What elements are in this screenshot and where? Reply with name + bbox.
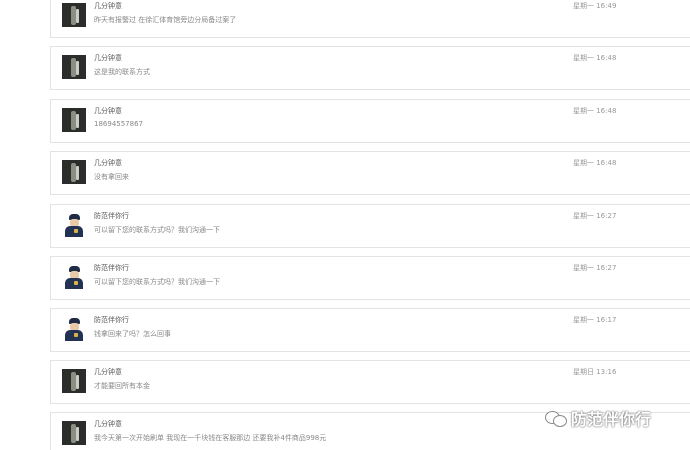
message-time: 星期一 16:49: [573, 2, 617, 10]
watermark-text: 防范伴你行: [571, 410, 652, 429]
message-row[interactable]: 几分钟意 18694557867 星期一 16:48: [50, 99, 690, 143]
sender-name: 几分钟意: [94, 420, 122, 428]
message-list: 几分钟意 昨天有报警过 在徐汇体育馆旁边分局备过案了 星期一 16:49 几分钟…: [50, 0, 690, 450]
message-time: 星期一 16:27: [573, 212, 617, 220]
message-row[interactable]: 几分钟意 才能要回所有本金 星期日 13:16: [50, 360, 690, 404]
watermark: 防范伴你行: [545, 405, 651, 431]
user-avatar[interactable]: [62, 3, 86, 27]
sender-name: 几分钟意: [94, 159, 122, 167]
message-row[interactable]: 几分钟意 昨天有报警过 在徐汇体育馆旁边分局备过案了 星期一 16:49: [50, 0, 690, 38]
sender-name: 几分钟意: [94, 2, 122, 10]
message-row[interactable]: 几分钟意 没有拿回来 星期一 16:48: [50, 151, 690, 195]
police-avatar[interactable]: [62, 317, 86, 341]
message-time: 星期一 16:27: [573, 264, 617, 272]
message-time: 星期一 16:48: [573, 159, 617, 167]
message-time: 星期一 16:48: [573, 54, 617, 62]
user-avatar[interactable]: [62, 369, 86, 393]
sender-name: 几分钟意: [94, 368, 122, 376]
message-row[interactable]: 防范伴你行 可以留下您的联系方式吗？我们沟通一下 星期一 16:27: [50, 204, 690, 248]
message-row[interactable]: 几分钟意 这是我的联系方式 星期一 16:48: [50, 46, 690, 90]
message-list-page: 几分钟意 昨天有报警过 在徐汇体育馆旁边分局备过案了 星期一 16:49 几分钟…: [0, 0, 690, 450]
message-time: 星期一 16:17: [573, 316, 617, 324]
user-avatar[interactable]: [62, 108, 86, 132]
message-preview: 这是我的联系方式: [94, 68, 150, 76]
sender-name: 几分钟意: [94, 54, 122, 62]
sender-name: 防范伴你行: [94, 212, 129, 220]
sender-name: 几分钟意: [94, 107, 122, 115]
message-preview: 没有拿回来: [94, 173, 129, 181]
message-preview: 我今天第一次开始刷单 我现在一千块钱在客服那边 还要我补4件商品998元: [94, 434, 327, 442]
user-avatar[interactable]: [62, 160, 86, 184]
police-avatar[interactable]: [62, 213, 86, 237]
sender-name: 防范伴你行: [94, 264, 129, 272]
message-time: 星期日 13:16: [573, 368, 617, 376]
message-preview: 可以留下您的联系方式吗？我们沟通一下: [94, 226, 220, 234]
police-avatar[interactable]: [62, 265, 86, 289]
message-preview: 18694557867: [94, 120, 143, 128]
sender-name: 防范伴你行: [94, 316, 129, 324]
user-avatar[interactable]: [62, 55, 86, 79]
message-row[interactable]: 防范伴你行 可以留下您的联系方式吗？我们沟通一下 星期一 16:27: [50, 256, 690, 300]
message-preview: 昨天有报警过 在徐汇体育馆旁边分局备过案了: [94, 16, 237, 24]
message-preview: 钱拿回来了吗？怎么回事: [94, 330, 171, 338]
message-row[interactable]: 防范伴你行 钱拿回来了吗？怎么回事 星期一 16:17: [50, 308, 690, 352]
message-time: 星期一 16:48: [573, 107, 617, 115]
message-preview: 才能要回所有本金: [94, 382, 150, 390]
message-preview: 可以留下您的联系方式吗？我们沟通一下: [94, 278, 220, 286]
left-rail: [0, 0, 50, 450]
wechat-icon: [545, 409, 567, 427]
user-avatar[interactable]: [62, 421, 86, 445]
